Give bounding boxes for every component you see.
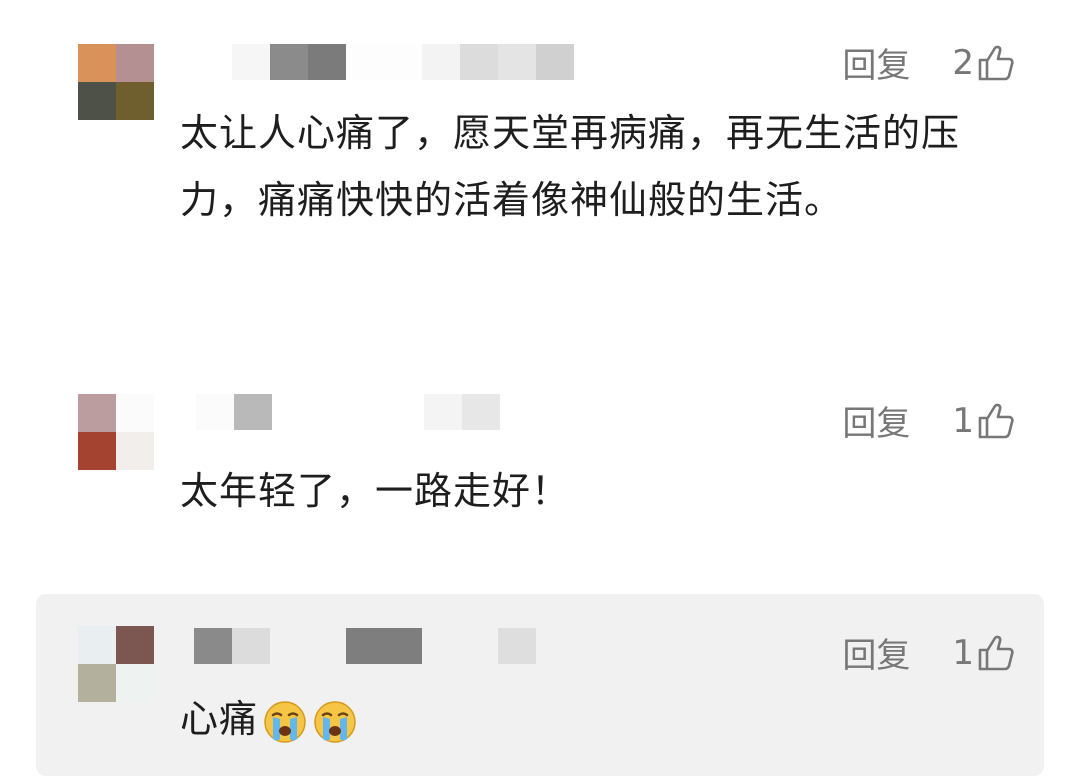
like-count: 2 (952, 42, 974, 83)
username-censored[interactable] (232, 44, 574, 80)
loudly-crying-face-icon (264, 700, 306, 743)
avatar[interactable] (78, 394, 154, 470)
comment-item-highlighted: 回复 1 心痛 (36, 594, 1044, 776)
avatar-pixel (116, 432, 154, 470)
avatar[interactable] (78, 44, 154, 120)
reply-button[interactable]: 回复 (842, 396, 910, 445)
like-button[interactable]: 1 (952, 401, 1016, 441)
comment-text-row: 心痛 (180, 686, 1010, 753)
username-censored[interactable] (196, 394, 500, 430)
thumbs-up-icon (978, 45, 1014, 80)
avatar-pixel (78, 432, 116, 470)
loudly-crying-face-icon (314, 700, 356, 743)
avatar-pixel (78, 394, 116, 432)
comment-text: 心痛 (180, 697, 259, 741)
avatar-pixel (116, 82, 154, 120)
avatar-pixel (116, 664, 154, 702)
thumbs-up-icon (978, 403, 1014, 438)
username-censored[interactable] (194, 628, 536, 664)
avatar-pixel (78, 626, 116, 664)
comment-text: 太年轻了，一路走好！ (180, 469, 571, 513)
reply-button[interactable]: 回复 (842, 628, 910, 677)
like-button[interactable]: 1 (952, 633, 1016, 673)
avatar-pixel (116, 44, 154, 82)
comment-item: 回复 1 太年轻了，一路走好！ (0, 360, 1080, 580)
avatar-pixel (78, 82, 116, 120)
reply-button[interactable]: 回复 (842, 38, 910, 87)
like-count: 1 (952, 632, 974, 673)
comment-item: 回复 2 太让人心痛了，愿天堂再病痛，再无生活的压力，痛痛快快的活着像神仙般的生… (0, 0, 1080, 360)
like-count: 1 (952, 400, 974, 441)
avatar-pixel (116, 394, 154, 432)
comment-text: 太让人心痛了，愿天堂再病痛，再无生活的压力，痛痛快快的活着像神仙般的生活。 (180, 111, 961, 222)
avatar-pixel (78, 44, 116, 82)
like-button[interactable]: 2 (952, 43, 1016, 83)
thumbs-up-icon (978, 635, 1014, 670)
avatar-pixel (78, 664, 116, 702)
avatar[interactable] (78, 626, 154, 702)
comment-list: 回复 2 太让人心痛了，愿天堂再病痛，再无生活的压力，痛痛快快的活着像神仙般的生… (0, 0, 1080, 781)
avatar-pixel (116, 626, 154, 664)
